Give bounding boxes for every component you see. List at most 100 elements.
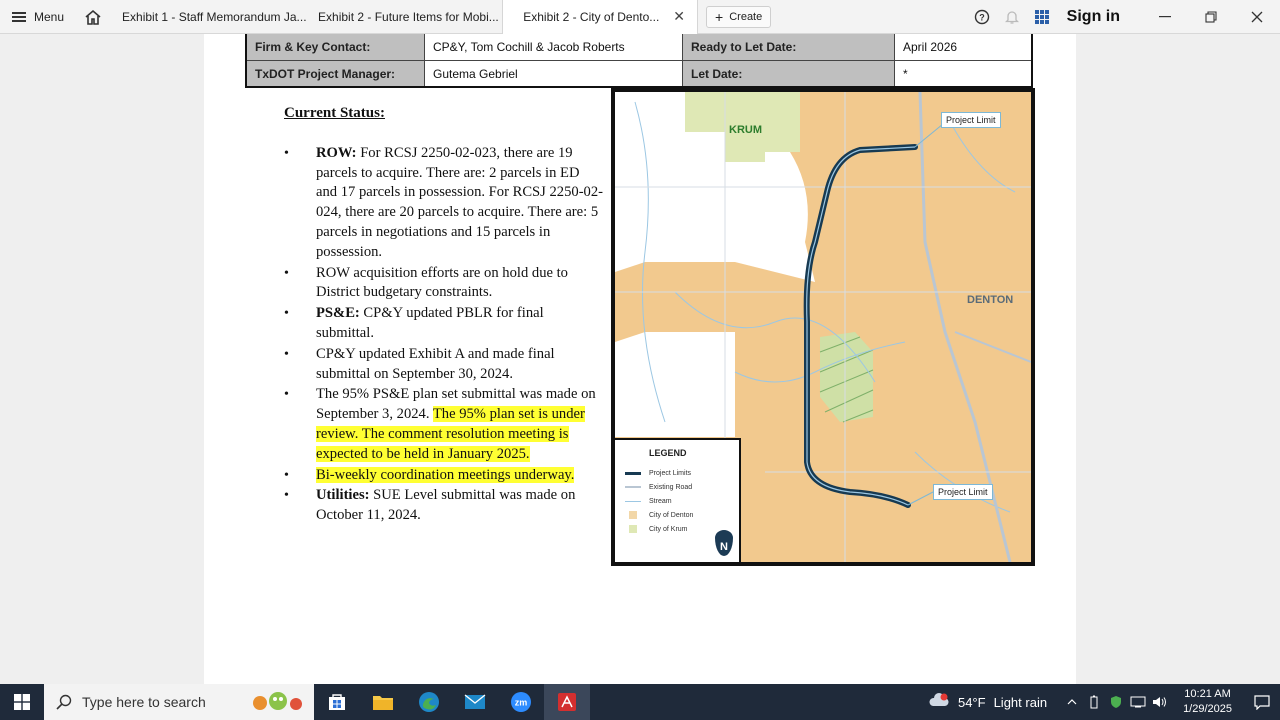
legend-item: Project Limits <box>625 466 729 480</box>
list-item: The 95% PS&E plan set submittal was made… <box>284 385 604 464</box>
create-button[interactable]: + Create <box>706 5 772 28</box>
item-text: For RCSJ 2250-02-023, there are 19 parce… <box>316 144 604 260</box>
list-item: CP&Y updated Exhibit A and made final su… <box>284 345 604 385</box>
close-tab-icon[interactable]: ✕ <box>673 8 685 25</box>
sign-in-button[interactable]: Sign in <box>1057 8 1142 26</box>
table-label: Firm & Key Contact: <box>247 34 425 60</box>
mail-icon <box>464 694 486 709</box>
legend-title: LEGEND <box>649 448 687 458</box>
north-arrow-icon: N <box>715 530 733 556</box>
battery-icon[interactable] <box>1083 684 1105 720</box>
search-placeholder: Type here to search <box>82 694 206 710</box>
security-shield-icon[interactable] <box>1105 684 1127 720</box>
legend-item: Stream <box>625 494 729 508</box>
volume-icon[interactable] <box>1149 684 1171 720</box>
clock-date: 1/29/2025 <box>1183 703 1232 715</box>
taskbar-acrobat[interactable] <box>544 684 590 720</box>
network-icon[interactable] <box>1127 684 1149 720</box>
home-icon <box>85 9 101 25</box>
weather-temp: 54°F <box>957 694 986 710</box>
close-window-icon[interactable] <box>1234 0 1280 34</box>
search-highlight-icon <box>253 692 302 710</box>
edge-icon <box>419 692 439 712</box>
chevron-up-icon[interactable] <box>1061 684 1083 720</box>
legend-item: City of Krum <box>625 522 729 536</box>
current-status-section: Current Status: ROW: For RCSJ 2250-02-02… <box>284 104 604 527</box>
bell-icon[interactable] <box>997 0 1027 34</box>
taskbar-file-explorer[interactable] <box>360 684 406 720</box>
project-limit-top-label: Project Limit <box>941 112 1001 128</box>
list-item: ROW acquisition efforts are on hold due … <box>284 264 604 304</box>
restore-icon[interactable] <box>1188 0 1234 34</box>
store-icon <box>329 694 345 710</box>
item-bold: ROW: <box>316 144 357 161</box>
browser-toolbar: Menu Exhibit 1 - Staff Memorandum Ja... … <box>0 0 1280 34</box>
home-button[interactable] <box>76 0 110 34</box>
table-row: TxDOT Project Manager: Gutema Gebriel Le… <box>247 60 1031 86</box>
tab-exhibit-1[interactable]: Exhibit 1 - Staff Memorandum Ja... <box>110 0 306 34</box>
acrobat-icon <box>558 693 576 711</box>
svg-text:zm: zm <box>515 698 528 708</box>
legend-swatch <box>625 500 641 502</box>
tab-exhibit-2-future[interactable]: Exhibit 2 - Future Items for Mobi... <box>306 0 502 34</box>
rain-cloud-icon <box>929 693 949 706</box>
start-button[interactable] <box>0 684 44 720</box>
search-icon <box>56 694 72 710</box>
tab-label: Exhibit 2 - City of Dento... <box>523 9 660 24</box>
list-item: PS&E: CP&Y updated PBLR for final submit… <box>284 304 604 344</box>
weather-desc: Light rain <box>993 694 1048 710</box>
taskbar-store-app[interactable] <box>314 684 360 720</box>
list-item: ROW: For RCSJ 2250-02-023, there are 19 … <box>284 144 604 263</box>
table-value: Gutema Gebriel <box>425 61 683 86</box>
taskbar-zoom[interactable]: zm <box>498 684 544 720</box>
legend-swatch <box>625 486 641 488</box>
map-label-denton: DENTON <box>967 294 1014 306</box>
table-row: Firm & Key Contact: CP&Y, Tom Cochill & … <box>247 34 1031 60</box>
zoom-icon: zm <box>511 692 531 712</box>
notification-icon[interactable] <box>1244 684 1280 720</box>
table-label: TxDOT Project Manager: <box>247 61 425 86</box>
project-limit-bottom-label: Project Limit <box>933 484 993 500</box>
table-label: Let Date: <box>683 61 895 86</box>
weather-widget[interactable]: 54°F Light rain <box>928 693 1061 711</box>
map-label-krum: KRUM <box>729 124 762 136</box>
document-viewer[interactable]: Firm & Key Contact: CP&Y, Tom Cochill & … <box>0 34 1280 684</box>
item-text: CP&Y updated Exhibit A and made final su… <box>316 345 555 382</box>
legend-swatch <box>625 471 641 475</box>
taskbar-edge[interactable] <box>406 684 452 720</box>
folder-icon <box>373 696 393 710</box>
project-info-table: Firm & Key Contact: CP&Y, Tom Cochill & … <box>245 34 1033 88</box>
tab-label: Exhibit 2 - Future Items for Mobi... <box>318 9 499 24</box>
table-label: Ready to Let Date: <box>683 34 895 60</box>
hamburger-icon <box>12 11 26 22</box>
help-icon[interactable]: ? <box>967 0 997 34</box>
status-list: ROW: For RCSJ 2250-02-023, there are 19 … <box>284 144 604 526</box>
project-map: KRUM DENTON Project Limit Project Limit … <box>611 88 1035 566</box>
tab-label: Exhibit 1 - Staff Memorandum Ja... <box>122 9 307 24</box>
document-page: Firm & Key Contact: CP&Y, Tom Cochill & … <box>204 34 1076 684</box>
clock[interactable]: 10:21 AM 1/29/2025 <box>1171 687 1244 717</box>
table-value: April 2026 <box>895 34 1031 60</box>
item-text: ROW acquisition efforts are on hold due … <box>316 264 568 301</box>
windows-logo-icon <box>14 694 30 710</box>
windows-taskbar: Type here to search zm 54°F Light rain 1… <box>0 684 1280 720</box>
status-heading: Current Status: <box>284 105 385 121</box>
legend-item: Existing Road <box>625 480 729 494</box>
menu-button[interactable]: Menu <box>0 0 76 34</box>
plus-icon: + <box>715 8 724 25</box>
legend-swatch <box>629 511 637 519</box>
minimize-icon[interactable] <box>1142 0 1188 34</box>
taskbar-search[interactable]: Type here to search <box>44 684 314 720</box>
table-value: CP&Y, Tom Cochill & Jacob Roberts <box>425 34 683 60</box>
menu-label: Menu <box>34 9 65 24</box>
list-item: Utilities: SUE Level submittal was made … <box>284 486 604 526</box>
tab-exhibit-2-city[interactable]: Exhibit 2 - City of Dento... ✕ <box>502 0 699 34</box>
taskbar-mail[interactable] <box>452 684 498 720</box>
list-item: Bi-weekly coordination meetings underway… <box>284 466 604 486</box>
apps-grid-icon[interactable] <box>1027 0 1057 34</box>
item-bold: PS&E: <box>316 305 360 322</box>
item-highlight: Bi-weekly coordination meetings underway… <box>316 466 575 483</box>
table-value: * <box>895 61 1031 86</box>
item-bold: Utilities: <box>316 487 370 504</box>
svg-text:?: ? <box>979 12 985 22</box>
